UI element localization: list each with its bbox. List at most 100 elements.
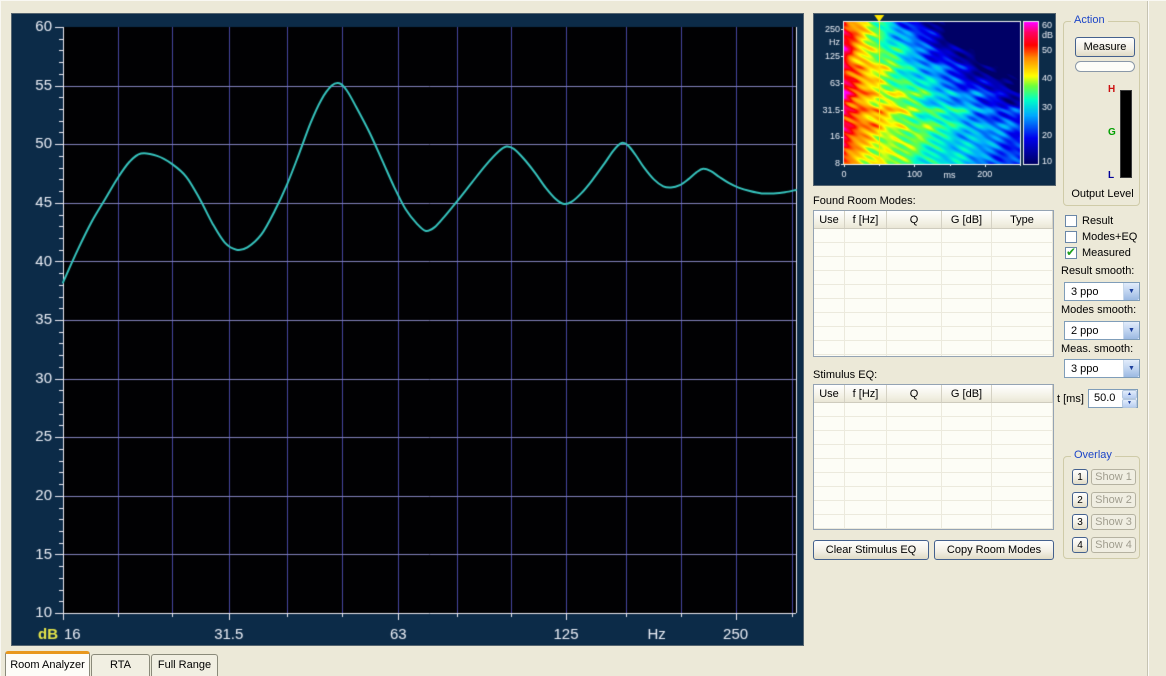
table-header-cell[interactable]: f [Hz]: [845, 211, 887, 228]
overlay-select-button-3[interactable]: 3: [1072, 514, 1088, 530]
table-cell: [814, 515, 845, 528]
overlay-select-button-2[interactable]: 2: [1072, 492, 1088, 508]
table-row: [814, 459, 1053, 473]
table-cell: [845, 529, 887, 530]
table-row: [814, 313, 1053, 327]
table-cell: [845, 229, 887, 242]
overlay-select-button-1[interactable]: 1: [1072, 469, 1088, 485]
smooth-label-1: Modes smooth:: [1061, 304, 1136, 316]
spectrogram-chart[interactable]: [814, 14, 1055, 185]
table-cell: [992, 355, 1053, 357]
table-cell: [992, 271, 1053, 284]
smooth-combo-1[interactable]: 2 ppo▼: [1064, 321, 1140, 340]
action-groupbox-title: Action: [1071, 14, 1108, 26]
table-cell: [814, 487, 845, 500]
stimulus-eq-table[interactable]: Usef [Hz]QG [dB]: [813, 384, 1054, 530]
spinner-down-icon[interactable]: ▼: [1122, 399, 1137, 408]
table-cell: [814, 341, 845, 354]
table-cell: [942, 313, 992, 326]
table-cell: [992, 229, 1053, 242]
table-cell: [887, 285, 942, 298]
table-cell: [942, 417, 992, 430]
table-cell: [814, 431, 845, 444]
checkbox-measured[interactable]: ✔: [1065, 247, 1077, 259]
checkbox-result[interactable]: [1065, 215, 1077, 227]
table-cell: [942, 529, 992, 530]
overlay-show-button-1[interactable]: Show 1: [1091, 469, 1136, 485]
table-header-cell[interactable]: Type: [992, 211, 1053, 228]
spinner-buttons: ▲▼: [1122, 390, 1137, 407]
table-row: [814, 501, 1053, 515]
overlay-show-button-3[interactable]: Show 3: [1091, 514, 1136, 530]
table-cell: [845, 243, 887, 256]
table-cell: [992, 431, 1053, 444]
table-cell: [942, 285, 992, 298]
table-cell: [992, 515, 1053, 528]
table-cell: [942, 445, 992, 458]
clear-stimulus-eq-button[interactable]: Clear Stimulus EQ: [813, 540, 929, 560]
table-cell: [845, 285, 887, 298]
smooth-label-0: Result smooth:: [1061, 265, 1134, 277]
combo-value: 3 ppo: [1065, 363, 1123, 375]
table-row: [814, 403, 1053, 417]
time-gate-spinner[interactable]: 50.0▲▼: [1088, 389, 1138, 408]
checkbox-row-measured: ✔Measured: [1065, 247, 1131, 259]
table-cell: [814, 243, 845, 256]
table-row: [814, 229, 1053, 243]
copy-room-modes-button[interactable]: Copy Room Modes: [934, 540, 1054, 560]
table-cell: [814, 355, 845, 357]
table-cell: [887, 459, 942, 472]
table-header-cell[interactable]: Use: [814, 211, 845, 228]
tab-full-range[interactable]: Full Range: [151, 654, 218, 676]
check-icon: ✔: [1066, 245, 1076, 259]
table-header-cell[interactable]: [992, 385, 1053, 402]
smooth-label-2: Meas. smooth:: [1061, 343, 1133, 355]
table-cell: [992, 257, 1053, 270]
table-cell: [814, 473, 845, 486]
spinner-up-icon[interactable]: ▲: [1122, 390, 1137, 399]
table-cell: [845, 431, 887, 444]
table-cell: [814, 403, 845, 416]
smooth-combo-0[interactable]: 3 ppo▼: [1064, 282, 1140, 301]
measure-button[interactable]: Measure: [1075, 37, 1135, 57]
table-header-cell[interactable]: Q: [887, 211, 942, 228]
table-cell: [814, 459, 845, 472]
table-cell: [814, 529, 845, 530]
table-cell: [887, 355, 942, 357]
overlay-show-button-2[interactable]: Show 2: [1091, 492, 1136, 508]
table-row: [814, 431, 1053, 445]
table-cell: [887, 313, 942, 326]
measure-progress-bar: [1075, 61, 1135, 72]
table-cell: [845, 417, 887, 430]
tab-rta[interactable]: RTA: [91, 654, 150, 676]
table-cell: [887, 299, 942, 312]
overlay-show-button-4[interactable]: Show 4: [1091, 537, 1136, 553]
frequency-response-chart[interactable]: [12, 14, 803, 645]
table-header-cell[interactable]: Q: [887, 385, 942, 402]
table-header-cell[interactable]: G [dB]: [942, 385, 992, 402]
found-room-modes-label: Found Room Modes:: [813, 195, 916, 207]
checkbox-row-modeseq: Modes+EQ: [1065, 231, 1137, 243]
found-room-modes-table[interactable]: Usef [Hz]QG [dB]Type: [813, 210, 1054, 357]
table-cell: [942, 473, 992, 486]
checkbox-modeseq[interactable]: [1065, 231, 1077, 243]
smooth-combo-2[interactable]: 3 ppo▼: [1064, 359, 1140, 378]
table-cell: [845, 501, 887, 514]
chevron-down-icon[interactable]: ▼: [1123, 360, 1139, 377]
table-header-cell[interactable]: Use: [814, 385, 845, 402]
table-cell: [887, 487, 942, 500]
overlay-select-button-4[interactable]: 4: [1072, 537, 1088, 553]
table-cell: [942, 341, 992, 354]
table-cell: [942, 487, 992, 500]
chevron-down-icon[interactable]: ▼: [1123, 283, 1139, 300]
table-cell: [845, 341, 887, 354]
tab-room-analyzer[interactable]: Room Analyzer: [5, 651, 90, 676]
table-cell: [992, 473, 1053, 486]
table-header-cell[interactable]: f [Hz]: [845, 385, 887, 402]
table-header-cell[interactable]: G [dB]: [942, 211, 992, 228]
chevron-down-icon[interactable]: ▼: [1123, 322, 1139, 339]
output-level-meter: [1120, 90, 1132, 178]
table-row: [814, 299, 1053, 313]
table-cell: [942, 355, 992, 357]
table-row: [814, 529, 1053, 530]
